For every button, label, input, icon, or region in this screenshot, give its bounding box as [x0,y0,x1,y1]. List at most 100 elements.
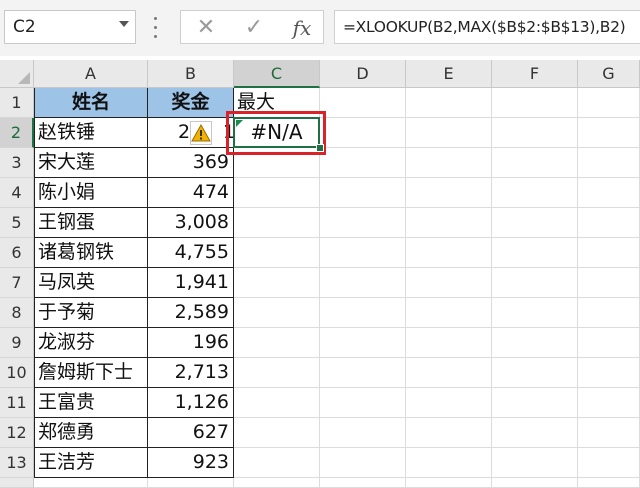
cell-e11[interactable] [406,388,492,418]
bonus-cell[interactable]: 474 [148,178,234,208]
enter-icon[interactable]: ✓ [239,15,269,41]
column-header-b[interactable]: B [148,60,234,88]
cell-g7[interactable] [578,268,640,298]
cell-e14[interactable] [406,478,492,488]
cell-c8[interactable] [234,298,320,328]
cell-g4[interactable] [578,178,640,208]
row-header-11[interactable]: 11 [0,388,34,418]
cell-d1[interactable] [320,88,406,118]
cell-c4[interactable] [234,178,320,208]
cell-d13[interactable] [320,448,406,478]
cell-d12[interactable] [320,418,406,448]
cell-f8[interactable] [492,298,578,328]
name-cell[interactable]: 诸葛钢铁 [34,238,148,268]
cell-g10[interactable] [578,358,640,388]
row-header-13[interactable]: 13 [0,448,34,478]
column-header-f[interactable]: F [492,60,578,88]
bonus-cell[interactable]: 4,755 [148,238,234,268]
cell-e1[interactable] [406,88,492,118]
bonus-cell[interactable]: 369 [148,148,234,178]
row-header-10[interactable]: 10 [0,358,34,388]
row-header-1[interactable]: 1 [0,88,34,118]
cell-e12[interactable] [406,418,492,448]
bonus-cell[interactable]: 2,589 [148,298,234,328]
cell-g6[interactable] [578,238,640,268]
cell-e4[interactable] [406,178,492,208]
bonus-cell[interactable]: 196 [148,328,234,358]
cell-f13[interactable] [492,448,578,478]
cell-c9[interactable] [234,328,320,358]
name-cell[interactable]: 王洁芳 [34,448,148,478]
cell-c11[interactable] [234,388,320,418]
row-header-14[interactable] [0,478,34,488]
cell-d9[interactable] [320,328,406,358]
cell-e7[interactable] [406,268,492,298]
cell-f11[interactable] [492,388,578,418]
cell-e3[interactable] [406,148,492,178]
row-header-9[interactable]: 9 [0,328,34,358]
cell-f7[interactable] [492,268,578,298]
cell-g5[interactable] [578,208,640,238]
cell-e6[interactable] [406,238,492,268]
name-cell[interactable]: 陈小娟 [34,178,148,208]
row-header-7[interactable]: 7 [0,268,34,298]
bonus-cell[interactable]: 3,008 [148,208,234,238]
cell-c5[interactable] [234,208,320,238]
cell-e13[interactable] [406,448,492,478]
cell-g13[interactable] [578,448,640,478]
cell-g2[interactable] [578,118,640,148]
cell-c12[interactable] [234,418,320,448]
cell-e8[interactable] [406,298,492,328]
cell-f14[interactable] [492,478,578,488]
row-header-5[interactable]: 5 [0,208,34,238]
row-header-3[interactable]: 3 [0,148,34,178]
cell-e5[interactable] [406,208,492,238]
cell-d14[interactable] [320,478,406,488]
cell-d3[interactable] [320,148,406,178]
name-cell[interactable]: 马凤英 [34,268,148,298]
row-header-2[interactable]: 2 [0,118,34,148]
cell-f3[interactable] [492,148,578,178]
cell-c10[interactable] [234,358,320,388]
cell-c14[interactable] [234,478,320,488]
row-header-4[interactable]: 4 [0,178,34,208]
cell-f1[interactable] [492,88,578,118]
select-all-button[interactable] [0,60,34,88]
name-cell[interactable]: 王富贵 [34,388,148,418]
cell-f2[interactable] [492,118,578,148]
name-cell[interactable]: 郑德勇 [34,418,148,448]
name-cell[interactable]: 赵铁锤 [34,118,148,148]
column-header-e[interactable]: E [406,60,492,88]
cell-f4[interactable] [492,178,578,208]
formula-input[interactable]: =XLOOKUP(B2,MAX($B$2:$B$13),B2) [334,10,640,44]
cell-e2[interactable] [406,118,492,148]
row-header-12[interactable]: 12 [0,418,34,448]
fill-handle[interactable] [316,144,324,152]
bonus-cell[interactable]: 923 [148,448,234,478]
cell-e9[interactable] [406,328,492,358]
cell-g11[interactable] [578,388,640,418]
cell-f5[interactable] [492,208,578,238]
row-header-8[interactable]: 8 [0,298,34,328]
name-cell[interactable]: 詹姆斯下士 [34,358,148,388]
error-warning-button[interactable] [190,121,212,145]
cell-g1[interactable] [578,88,640,118]
cell-d11[interactable] [320,388,406,418]
cell-b14[interactable] [148,478,234,488]
cell-g9[interactable] [578,328,640,358]
header-cell-name[interactable]: 姓名 [34,88,148,118]
cell-g3[interactable] [578,148,640,178]
bonus-cell[interactable]: 2,713 [148,358,234,388]
name-cell[interactable]: 宋大莲 [34,148,148,178]
cell-f9[interactable] [492,328,578,358]
more-options-icon[interactable] [154,17,158,39]
cell-e10[interactable] [406,358,492,388]
cell-d7[interactable] [320,268,406,298]
cell-d10[interactable] [320,358,406,388]
cell-d4[interactable] [320,178,406,208]
header-cell-bonus[interactable]: 奖金 [148,88,234,118]
name-cell[interactable]: 龙淑芬 [34,328,148,358]
name-cell[interactable]: 于予菊 [34,298,148,328]
cell-a14[interactable] [34,478,148,488]
name-box[interactable]: C2 [4,10,136,44]
